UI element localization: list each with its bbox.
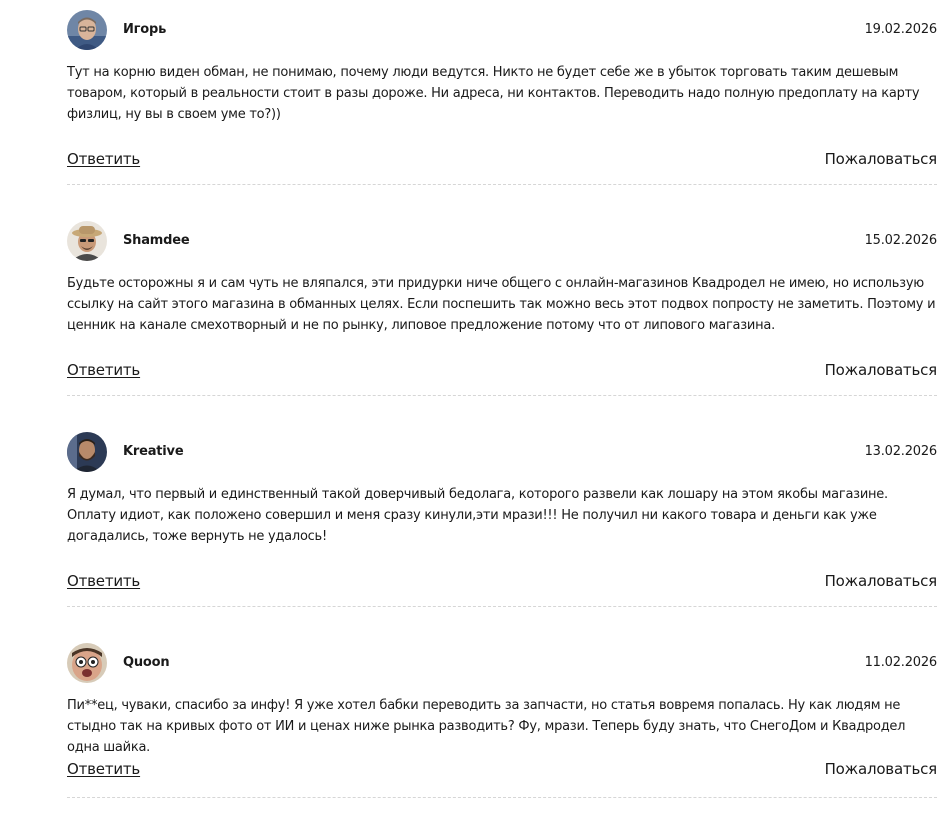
comment-date: 19.02.2026 bbox=[864, 22, 938, 37]
reply-link[interactable]: Ответить bbox=[67, 361, 140, 379]
comment-text: Тут на корню виден обман, не понимаю, по… bbox=[67, 65, 920, 122]
report-link[interactable]: Пожаловаться bbox=[825, 760, 938, 778]
report-link[interactable]: Пожаловаться bbox=[825, 361, 938, 379]
comment-divider bbox=[67, 797, 937, 798]
reply-link[interactable]: Ответить bbox=[67, 150, 140, 168]
comment-author: Kreative bbox=[123, 444, 184, 459]
comment-item: Игорь 19.02.2026 Тут на корню виден обма… bbox=[67, 0, 937, 211]
comment-item: Kreative 13.02.2026 Я думал, что первый … bbox=[67, 422, 937, 633]
comment-divider bbox=[67, 184, 937, 185]
comment-actions: Ответить Пожаловаться bbox=[67, 760, 937, 780]
comment-actions: Ответить Пожаловаться bbox=[67, 361, 937, 381]
comment-author: Игорь bbox=[123, 22, 167, 37]
comment-date: 15.02.2026 bbox=[864, 233, 938, 248]
comments-list: Игорь 19.02.2026 Тут на корню виден обма… bbox=[67, 0, 937, 833]
comment-actions: Ответить Пожаловаться bbox=[67, 150, 937, 170]
comment-item: Quoon 11.02.2026 Пи**ец, чуваки, спасибо… bbox=[67, 633, 937, 833]
comment-author: Quoon bbox=[123, 655, 170, 670]
reply-link[interactable]: Ответить bbox=[67, 572, 140, 590]
bearded-man-avatar[interactable] bbox=[67, 432, 107, 472]
comment-divider bbox=[67, 606, 937, 607]
comment-text: Я думал, что первый и единственный такой… bbox=[67, 487, 888, 544]
report-link[interactable]: Пожаловаться bbox=[825, 150, 938, 168]
surprised-face-avatar[interactable] bbox=[67, 643, 107, 683]
comment-author: Shamdee bbox=[123, 233, 190, 248]
man-with-glasses-avatar[interactable] bbox=[67, 10, 107, 50]
comment-date: 11.02.2026 bbox=[864, 655, 938, 670]
comment-divider bbox=[67, 395, 937, 396]
report-link[interactable]: Пожаловаться bbox=[825, 572, 938, 590]
reply-link[interactable]: Ответить bbox=[67, 760, 140, 778]
comment-text: Будьте осторожны я и сам чуть не вляпалс… bbox=[67, 276, 936, 333]
comment-date: 13.02.2026 bbox=[864, 444, 938, 459]
man-with-hat-avatar[interactable] bbox=[67, 221, 107, 261]
comment-actions: Ответить Пожаловаться bbox=[67, 572, 937, 592]
comment-text: Пи**ец, чуваки, спасибо за инфу! Я уже х… bbox=[67, 698, 906, 755]
comment-item: Shamdee 15.02.2026 Будьте осторожны я и … bbox=[67, 211, 937, 422]
